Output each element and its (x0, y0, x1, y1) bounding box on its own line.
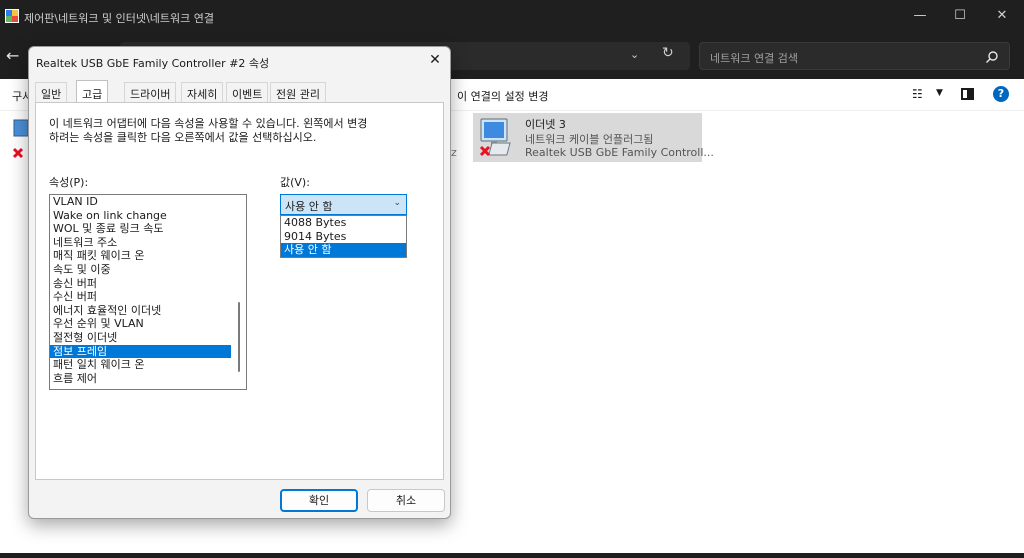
connection-device: Realtek USB GbE Family Controll... (525, 146, 714, 159)
close-icon[interactable]: ✕ (426, 51, 444, 69)
description-line: 이 네트워크 어댑터에 다음 속성을 사용할 수 있습니다. 왼쪽에서 변경 (49, 117, 368, 130)
chevron-down-icon: ⌄ (393, 198, 401, 208)
advanced-tab-panel: 이 네트워크 어댑터에 다음 속성을 사용할 수 있습니다. 왼쪽에서 변경 하… (35, 102, 444, 480)
explorer-titlebar: 제어판\네트워크 및 인터넷\네트워크 연결 — ☐ ✕ (0, 0, 1024, 33)
property-list[interactable]: VLAN ID Wake on link change WOL 및 종료 링크 … (49, 194, 247, 390)
tab-details[interactable]: 자세히 (181, 82, 224, 102)
property-item[interactable]: 수신 버퍼 (50, 290, 246, 304)
property-item[interactable]: VLAN ID (50, 195, 246, 209)
property-item[interactable]: 우선 순위 및 VLAN (50, 317, 246, 331)
tab-general[interactable]: 일반 (35, 82, 68, 102)
minimize-icon[interactable]: — (908, 6, 932, 26)
disconnected-x-icon (479, 145, 491, 157)
bottom-edge (0, 553, 1024, 558)
network-adapter-icon (479, 118, 511, 157)
description-line: 하려는 속성을 클릭한 다음 오른쪽에서 값을 선택하십시오. (49, 131, 317, 144)
property-item[interactable]: 네트워크 주소 (50, 236, 246, 250)
property-item[interactable]: 절전형 이더넷 (50, 331, 246, 345)
cancel-button[interactable]: 취소 (367, 489, 445, 512)
property-label: 속성(P): (49, 176, 89, 189)
refresh-icon[interactable]: ↻ (662, 45, 674, 61)
property-item[interactable]: 매직 패킷 웨이크 온 (50, 249, 246, 263)
chevron-down-icon[interactable]: ⌄ (630, 48, 639, 61)
list-scrollbar[interactable] (238, 302, 240, 372)
connection-status: 네트워크 케이블 언플러그됨 (525, 133, 654, 146)
property-item[interactable]: 흐름 제어 (50, 372, 246, 386)
network-connection-item[interactable]: 이더넷 3 네트워크 케이블 언플러그됨 Realtek USB GbE Fam… (473, 113, 714, 162)
search-icon[interactable] (985, 50, 999, 64)
property-item[interactable]: Wake on link change (50, 209, 246, 223)
search-input[interactable]: 네트워크 연결 검색 (699, 42, 1010, 70)
dialog-title: Realtek USB GbE Family Controller #2 속성 (36, 57, 270, 70)
view-dropdown-icon[interactable]: ▼ (936, 88, 943, 98)
property-item[interactable]: 패턴 일치 웨이크 온 (50, 358, 246, 372)
help-icon[interactable]: ? (993, 86, 1009, 102)
view-options-icon[interactable]: ☷ (912, 87, 923, 101)
app-icon (5, 9, 19, 23)
value-label: 값(V): (280, 176, 310, 189)
ok-button[interactable]: 확인 (280, 489, 358, 512)
value-select[interactable]: 사용 안 함 ⌄ (280, 194, 407, 215)
value-option[interactable]: 9014 Bytes (281, 230, 406, 244)
value-option[interactable]: 4088 Bytes (281, 216, 406, 230)
back-arrow-icon[interactable]: ← (6, 46, 19, 65)
peek-text: z (451, 146, 457, 159)
value-option-selected[interactable]: 사용 안 함 (281, 243, 406, 257)
details-pane-icon[interactable] (961, 88, 974, 100)
tab-driver[interactable]: 드라이버 (124, 82, 177, 102)
property-item[interactable]: 송신 버퍼 (50, 277, 246, 291)
change-settings-command[interactable]: 이 연결의 설정 변경 (457, 88, 548, 104)
tab-events[interactable]: 이벤트 (226, 82, 269, 102)
search-placeholder: 네트워크 연결 검색 (710, 52, 798, 65)
tab-power-management[interactable]: 전원 관리 (270, 82, 326, 102)
property-item[interactable]: 속도 및 이중 (50, 263, 246, 277)
description-text: 이 네트워크 어댑터에 다음 속성을 사용할 수 있습니다. 왼쪽에서 변경 하… (49, 117, 409, 145)
connection-name: 이더넷 3 (525, 118, 566, 131)
window-title: 제어판\네트워크 및 인터넷\네트워크 연결 (24, 12, 214, 25)
value-dropdown-list[interactable]: 4088 Bytes 9014 Bytes 사용 안 함 (280, 215, 407, 258)
close-window-icon[interactable]: ✕ (990, 6, 1014, 26)
value-current: 사용 안 함 (285, 200, 333, 213)
properties-dialog: Realtek USB GbE Family Controller #2 속성 … (28, 46, 451, 519)
property-item-selected[interactable]: 점보 프레임 (50, 344, 231, 359)
property-item[interactable]: 에너지 효율적인 이더넷 (50, 304, 246, 318)
tab-advanced[interactable]: 고급 (76, 80, 109, 102)
property-item[interactable]: WOL 및 종료 링크 속도 (50, 222, 246, 236)
maximize-icon[interactable]: ☐ (948, 6, 972, 26)
